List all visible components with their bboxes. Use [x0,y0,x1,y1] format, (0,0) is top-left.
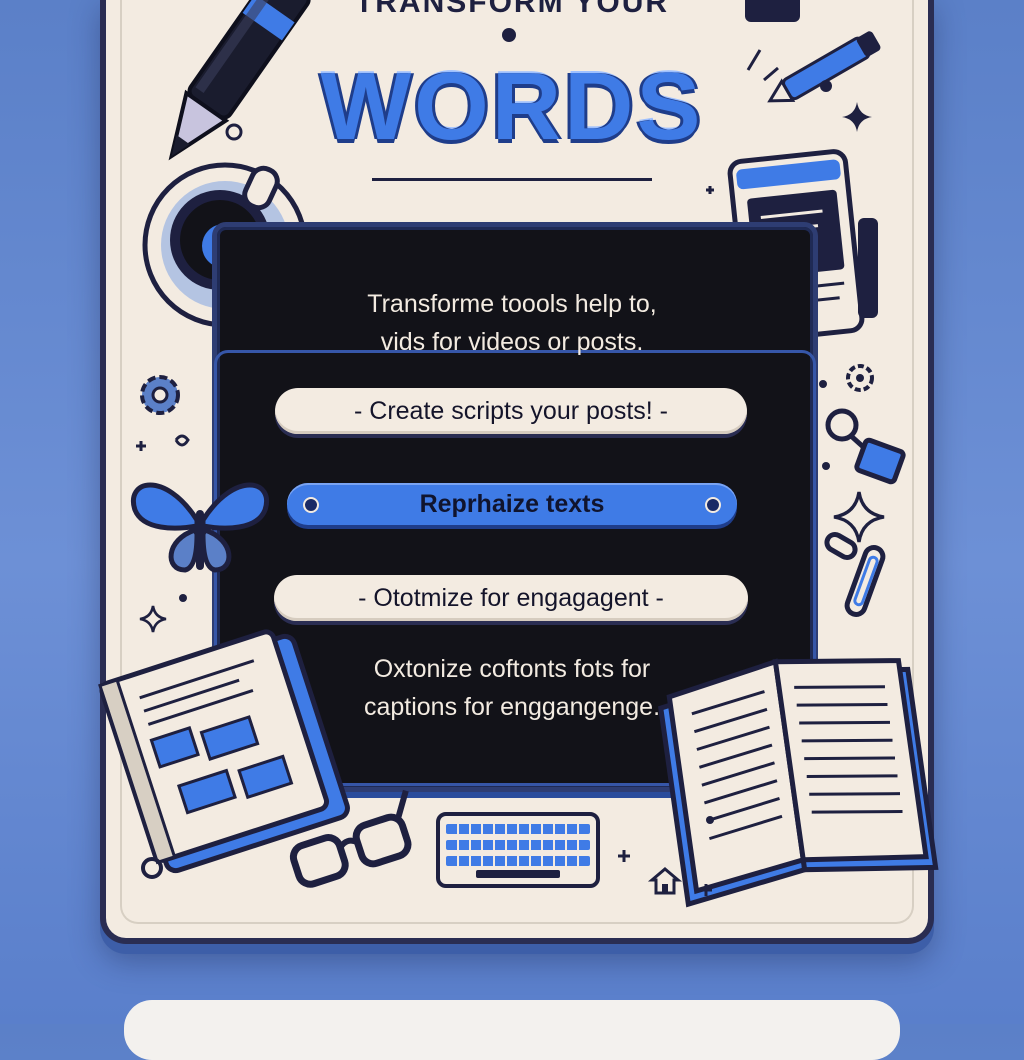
decorative-marks [136,49,832,896]
bottom-input-bar[interactable] [124,1000,900,1060]
